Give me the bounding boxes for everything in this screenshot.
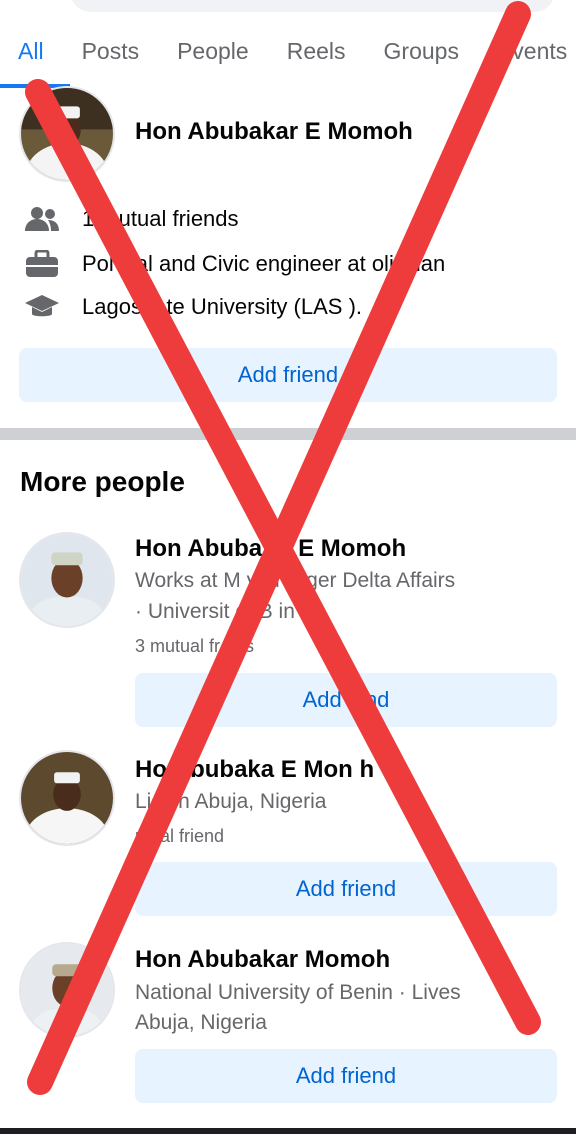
- avatar[interactable]: [19, 532, 115, 628]
- add-friend-button[interactable]: Add friend: [19, 348, 557, 402]
- profile-photo: [21, 944, 113, 1036]
- person-detail: · Universit of B in: [135, 600, 295, 623]
- section-divider: [0, 428, 576, 440]
- person-detail: Works at M y of Niger Delta Affairs: [135, 569, 456, 592]
- graduation-cap-icon: [22, 292, 62, 322]
- person-detail: Li s in Abuja, Nigeria: [135, 790, 327, 813]
- search-bar[interactable]: [70, 0, 555, 12]
- add-friend-button[interactable]: Add friend: [135, 1049, 557, 1103]
- bottom-edge: [0, 1128, 576, 1134]
- tab-groups[interactable]: Groups: [384, 30, 459, 65]
- briefcase-icon: [22, 249, 62, 279]
- profile-photo: [21, 88, 113, 180]
- filter-tabs: All Posts People Reels Groups Events: [0, 30, 576, 88]
- add-friend-button[interactable]: Add iend: [135, 673, 557, 727]
- tab-people[interactable]: People: [177, 30, 249, 65]
- profile-photo: [21, 534, 113, 626]
- mutual-friends-text: 3 mutual fr nds: [135, 636, 255, 656]
- tab-all[interactable]: All: [0, 30, 69, 88]
- education-row: Lagos tate University (LAS ).: [22, 292, 362, 322]
- people-icon: [22, 204, 62, 234]
- person-name[interactable]: Hon Abubakar Momoh: [135, 946, 390, 974]
- person-detail: Abuja, Nigeria: [135, 1011, 267, 1034]
- avatar[interactable]: [19, 942, 115, 1038]
- add-friend-button[interactable]: Add friend: [135, 862, 557, 916]
- tab-events[interactable]: Events: [497, 30, 567, 65]
- profile-name[interactable]: Hon Abubakar E Momoh: [135, 118, 413, 146]
- tab-posts[interactable]: Posts: [82, 30, 140, 65]
- more-people-heading: More people: [20, 466, 185, 497]
- person-name[interactable]: Ho Abubaka E Mon h: [135, 756, 374, 784]
- mutual-friends-text: utual friend: [135, 826, 225, 846]
- mutual-friends-text: 1 mutual friends: [82, 206, 239, 231]
- avatar[interactable]: [19, 86, 115, 182]
- mutual-friends-row: 1 mutual friends: [22, 204, 239, 234]
- avatar[interactable]: [19, 750, 115, 846]
- person-detail: National University of Benin · Lives: [135, 981, 461, 1004]
- tab-reels[interactable]: Reels: [287, 30, 346, 65]
- work-row: Pol cial and Civic engineer at olitician: [22, 249, 445, 279]
- person-name[interactable]: Hon Abuba ar E Momoh: [135, 535, 406, 563]
- profile-photo: [21, 752, 113, 844]
- education-text: Lagos tate University (LAS ).: [82, 294, 363, 319]
- work-text: Pol cial and Civic engineer at olitician: [82, 251, 446, 276]
